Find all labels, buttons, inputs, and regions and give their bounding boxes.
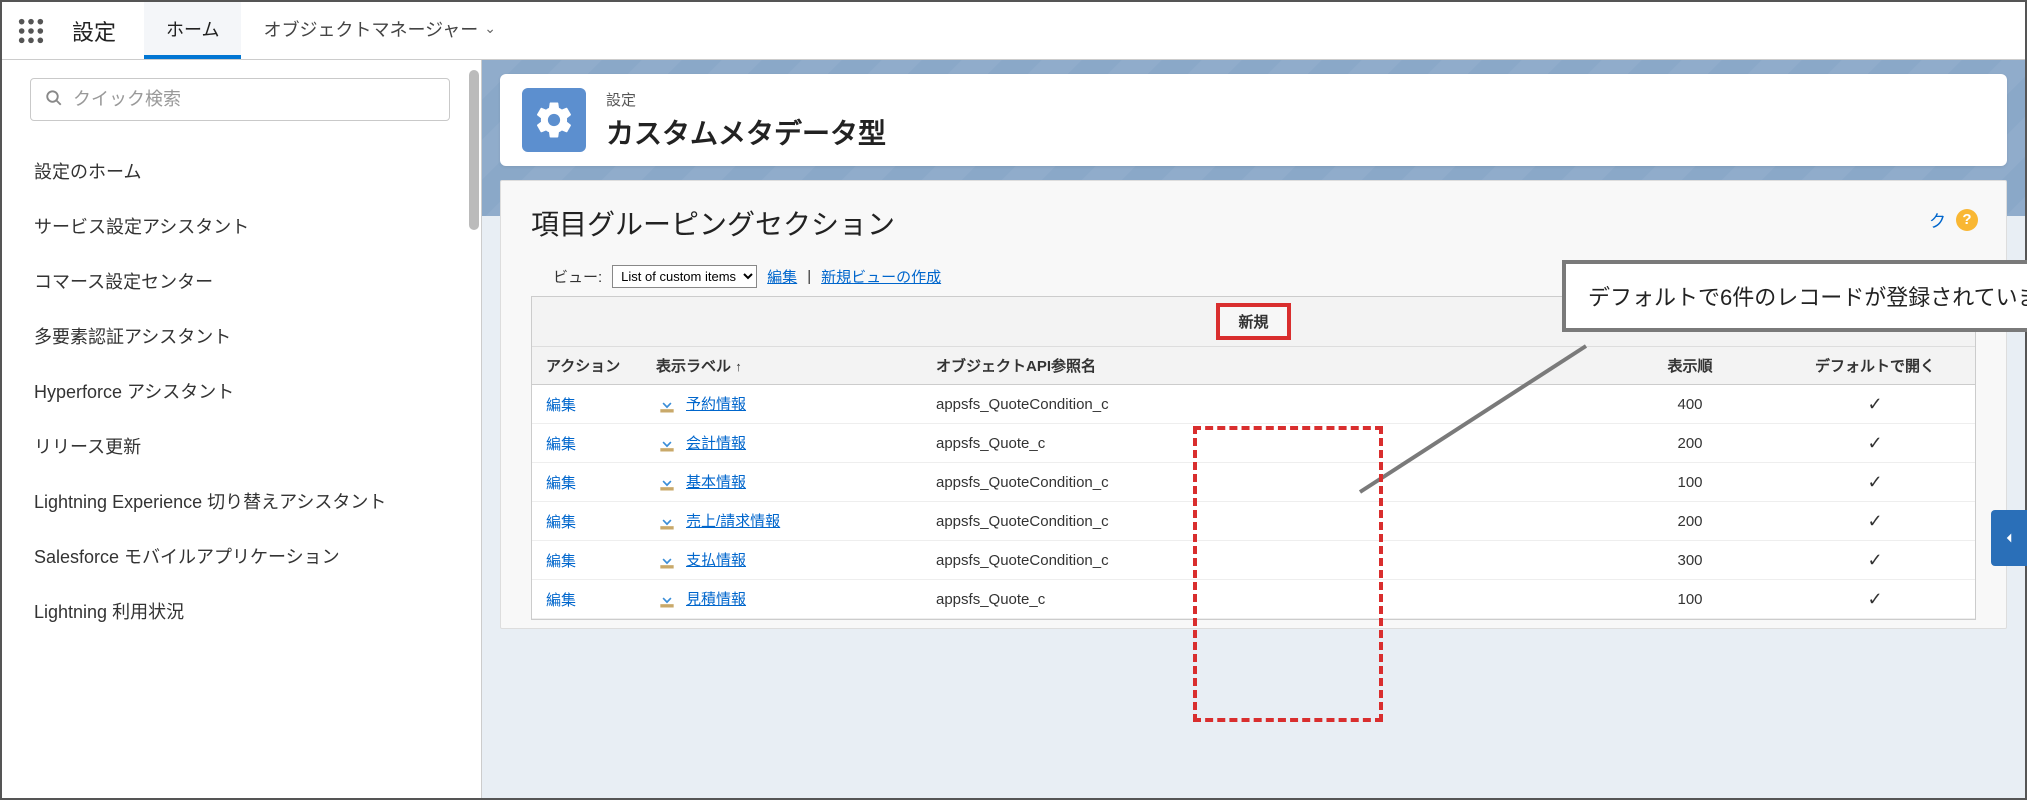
- download-icon[interactable]: [656, 551, 678, 571]
- col-order[interactable]: 表示順: [1605, 347, 1775, 385]
- record-default-open: ✓: [1775, 541, 1975, 580]
- help-link-icon[interactable]: ク: [1929, 207, 1946, 232]
- table-row: 編集 支払情報 appsfs_QuoteCondition_c300✓: [532, 541, 1975, 580]
- record-label-link[interactable]: 見積情報: [686, 591, 746, 608]
- record-default-open: ✓: [1775, 424, 1975, 463]
- sidebar-item-2[interactable]: コマース設定センター: [30, 255, 469, 310]
- sidebar-item-label: Lightning 利用状況: [34, 602, 184, 622]
- col-action[interactable]: アクション: [532, 347, 642, 385]
- record-order: 100: [1605, 580, 1775, 619]
- sidebar-item-3[interactable]: 多要素認証アシスタント: [30, 310, 469, 365]
- quick-find-input[interactable]: [73, 89, 435, 110]
- record-label-link[interactable]: 予約情報: [686, 396, 746, 413]
- record-label-link[interactable]: 売上/請求情報: [686, 513, 780, 530]
- record-order: 200: [1605, 502, 1775, 541]
- main-content: デフォルトで6件のレコードが登録されています。 設定 カスタムメタデータ型 ク …: [482, 60, 2025, 798]
- table-row: 編集 予約情報 appsfs_QuoteCondition_c400✓: [532, 385, 1975, 424]
- sidebar-item-label: 設定のホーム: [34, 162, 141, 182]
- table-row: 編集 会計情報 appsfs_Quote_c200✓: [532, 424, 1975, 463]
- table-row: 編集 売上/請求情報 appsfs_QuoteCondition_c200✓: [532, 502, 1975, 541]
- records-table: アクション 表示ラベル ↑ オブジェクトAPI参照名 表示順 デフォルトで開く …: [532, 347, 1975, 619]
- record-label-link[interactable]: 支払情報: [686, 552, 746, 569]
- view-select[interactable]: List of custom items: [612, 265, 757, 288]
- col-label-text: 表示ラベル: [656, 358, 731, 375]
- record-order: 300: [1605, 541, 1775, 580]
- expand-panel-tab[interactable]: [1991, 510, 2027, 566]
- download-icon[interactable]: [656, 590, 678, 610]
- sort-asc-icon: ↑: [735, 359, 742, 374]
- annotation-callout: デフォルトで6件のレコードが登録されています。: [1562, 260, 2027, 332]
- sidebar-item-0[interactable]: 設定のホーム: [30, 145, 469, 200]
- download-icon[interactable]: [656, 473, 678, 493]
- tab-home[interactable]: ホーム: [144, 2, 241, 59]
- sidebar-item-7[interactable]: Salesforce モバイルアプリケーション: [30, 530, 469, 585]
- sidebar-item-label: 多要素認証アシスタント: [34, 327, 231, 347]
- edit-link[interactable]: 編集: [546, 514, 576, 531]
- sidebar-item-label: リリース更新: [34, 437, 141, 457]
- tab-object-manager-label: オブジェクトマネージャー: [263, 16, 478, 42]
- sidebar-item-8[interactable]: Lightning 利用状況: [30, 585, 469, 640]
- chevron-down-icon: ⌄: [484, 20, 496, 37]
- edit-link[interactable]: 編集: [546, 436, 576, 453]
- record-default-open: ✓: [1775, 502, 1975, 541]
- record-order: 400: [1605, 385, 1775, 424]
- record-label-link[interactable]: 会計情報: [686, 435, 746, 452]
- record-api: appsfs_Quote_c: [922, 424, 1605, 463]
- record-order: 100: [1605, 463, 1775, 502]
- record-order: 200: [1605, 424, 1775, 463]
- download-icon[interactable]: [656, 434, 678, 454]
- record-api: appsfs_QuoteCondition_c: [922, 463, 1605, 502]
- record-default-open: ✓: [1775, 463, 1975, 502]
- edit-link[interactable]: 編集: [546, 592, 576, 609]
- page-title: カスタムメタデータ型: [606, 112, 886, 152]
- sidebar-item-label: コマース設定センター: [34, 272, 213, 292]
- app-launcher-button[interactable]: [2, 2, 60, 59]
- edit-view-link[interactable]: 編集: [767, 266, 797, 287]
- record-api: appsfs_QuoteCondition_c: [922, 502, 1605, 541]
- sidebar-item-label: Salesforce モバイルアプリケーション: [34, 547, 340, 567]
- table-row: 編集 基本情報 appsfs_QuoteCondition_c100✓: [532, 463, 1975, 502]
- record-api: appsfs_QuoteCondition_c: [922, 541, 1605, 580]
- view-label: ビュー:: [553, 266, 602, 287]
- help-icon[interactable]: ?: [1956, 209, 1978, 231]
- sidebar-item-label: サービス設定アシスタント: [34, 217, 249, 237]
- record-api: appsfs_QuoteCondition_c: [922, 385, 1605, 424]
- sidebar-item-label: Hyperforce アシスタント: [34, 382, 234, 402]
- edit-link[interactable]: 編集: [546, 397, 576, 414]
- sidebar-item-1[interactable]: サービス設定アシスタント: [30, 200, 469, 255]
- download-icon[interactable]: [656, 395, 678, 415]
- section-title: 項目グルーピングセクション: [531, 203, 1976, 243]
- col-default-open[interactable]: デフォルトで開く: [1775, 347, 1975, 385]
- tab-home-label: ホーム: [166, 16, 219, 42]
- table-row: 編集 見積情報 appsfs_Quote_c100✓: [532, 580, 1975, 619]
- search-icon: [45, 89, 63, 110]
- create-view-link[interactable]: 新規ビューの作成: [821, 266, 941, 287]
- page-header: 設定 カスタムメタデータ型: [500, 74, 2007, 166]
- sidebar-item-6[interactable]: Lightning Experience 切り替えアシスタント: [30, 475, 469, 530]
- edit-link[interactable]: 編集: [546, 475, 576, 492]
- record-default-open: ✓: [1775, 580, 1975, 619]
- separator: |: [807, 268, 811, 285]
- sidebar-item-4[interactable]: Hyperforce アシスタント: [30, 365, 469, 420]
- record-label-link[interactable]: 基本情報: [686, 474, 746, 491]
- tab-object-manager[interactable]: オブジェクトマネージャー ⌄: [241, 2, 517, 59]
- sidebar-item-5[interactable]: リリース更新: [30, 420, 469, 475]
- sidebar-item-label: Lightning Experience 切り替えアシスタント: [34, 492, 386, 512]
- col-label[interactable]: 表示ラベル ↑: [642, 347, 922, 385]
- page-header-eyebrow: 設定: [606, 89, 886, 110]
- scrollbar-thumb[interactable]: [469, 70, 479, 230]
- edit-link[interactable]: 編集: [546, 553, 576, 570]
- quick-find-search[interactable]: [30, 78, 450, 121]
- sidebar: 設定のホーム サービス設定アシスタント コマース設定センター 多要素認証アシスタ…: [2, 60, 482, 798]
- col-api[interactable]: オブジェクトAPI参照名: [922, 347, 1605, 385]
- gear-icon: [522, 88, 586, 152]
- record-default-open: ✓: [1775, 385, 1975, 424]
- app-name: 設定: [60, 2, 144, 59]
- download-icon[interactable]: [656, 512, 678, 532]
- new-button[interactable]: 新規: [1216, 303, 1290, 340]
- record-api: appsfs_Quote_c: [922, 580, 1605, 619]
